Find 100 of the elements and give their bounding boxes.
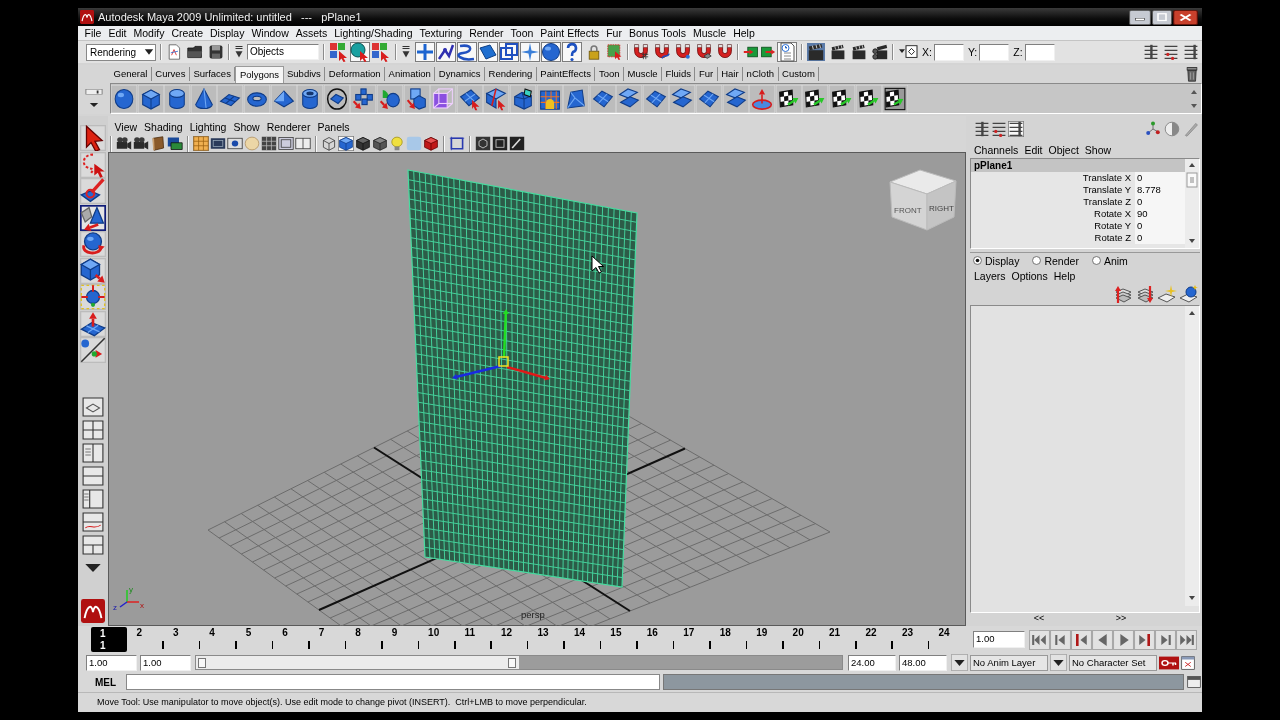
menu-item[interactable]: Help <box>1050 269 1079 282</box>
step-back-icon[interactable] <box>1050 629 1071 650</box>
mesh-plane-icon[interactable] <box>589 84 616 113</box>
anim-layer-field[interactable]: No Anim Layer <box>970 654 1048 671</box>
start-time-field[interactable]: 1.00 <box>86 654 137 671</box>
move-manipulator[interactable] <box>452 309 550 381</box>
sphere-handles-icon[interactable] <box>80 284 106 310</box>
command-input[interactable] <box>126 674 660 690</box>
menu-item[interactable]: Modify <box>130 26 168 40</box>
caret-icon[interactable] <box>1050 654 1067 671</box>
wire-cube-icon[interactable] <box>430 84 457 113</box>
shelf-tab[interactable]: General <box>110 67 152 81</box>
checker-arrow-icon[interactable] <box>829 84 856 113</box>
shelf-tab[interactable]: Deformation <box>325 67 386 81</box>
arch-icon[interactable] <box>536 84 563 113</box>
menu-item[interactable]: Texturing <box>416 26 466 40</box>
shelf-tab[interactable]: Fur <box>695 67 718 81</box>
expand-collapse-icon[interactable] <box>234 45 244 59</box>
overlapping-squares-icon[interactable] <box>499 42 519 62</box>
menu-item[interactable]: Shading <box>140 121 187 133</box>
overlapping-rectangles-icon[interactable] <box>167 136 183 151</box>
shapes-arrow-icon[interactable] <box>80 204 106 231</box>
checker-arrow-icon[interactable] <box>775 84 802 113</box>
close-icon[interactable] <box>1173 9 1198 25</box>
sliders-icon[interactable] <box>991 121 1007 137</box>
axes-icon[interactable] <box>1145 121 1161 137</box>
end-time-field[interactable]: 48.00 <box>899 654 947 671</box>
clapperboard-icon[interactable] <box>830 44 846 60</box>
menu-item[interactable]: Options <box>1008 269 1051 282</box>
menu-item[interactable]: View <box>111 121 141 133</box>
stacked-pane-icon[interactable] <box>82 466 104 486</box>
menu-item[interactable]: Edit <box>1021 144 1046 156</box>
frame-icon[interactable] <box>449 136 465 151</box>
coordinate-field[interactable] <box>933 43 964 61</box>
box-face-icon[interactable] <box>509 84 536 113</box>
shelf-tab[interactable]: Dynamics <box>435 67 485 81</box>
shelf-tab[interactable]: PaintEffects <box>536 67 596 81</box>
four-pane-icon[interactable] <box>82 420 104 440</box>
scroll-arrow[interactable]: << <box>1033 613 1045 626</box>
selection-mode-field[interactable]: Objects <box>247 44 319 60</box>
layer-sphere-icon[interactable] <box>1179 284 1199 304</box>
menu-item[interactable]: Help <box>729 26 759 40</box>
menu-item[interactable]: Render <box>465 26 508 40</box>
shelf-tab[interactable]: nCloth <box>743 67 779 81</box>
shelf-tab[interactable]: Custom <box>778 67 820 81</box>
minimize-icon[interactable] <box>1129 9 1151 25</box>
playback-end-field[interactable]: 24.00 <box>848 654 896 671</box>
menu-item[interactable]: Fur <box>602 26 626 40</box>
plane-mesh[interactable] <box>407 169 638 588</box>
shelf-tab[interactable]: Hair <box>717 67 744 81</box>
frame-icon[interactable] <box>210 136 226 151</box>
scroll-bar[interactable] <box>1185 159 1199 248</box>
menu-item[interactable]: Show <box>1081 144 1115 156</box>
camera-icon[interactable] <box>133 136 149 151</box>
channel-value[interactable]: 0 <box>1135 220 1185 232</box>
channel-value[interactable]: 0 <box>1135 232 1185 244</box>
menu-item[interactable]: Lighting/Shading <box>330 26 416 40</box>
shelf-tab[interactable]: Muscle <box>624 67 663 81</box>
radio-button[interactable] <box>1032 256 1042 265</box>
lock-icon[interactable] <box>586 44 602 60</box>
arrow-into-box-icon[interactable] <box>743 44 759 60</box>
logo-icon[interactable] <box>80 10 94 24</box>
slider-handle[interactable] <box>198 658 206 668</box>
document-clock-icon[interactable] <box>777 42 797 62</box>
frame-icon[interactable] <box>278 136 294 151</box>
shelf-tab[interactable]: Subdivs <box>283 67 326 81</box>
menu-set-dropdown[interactable]: Rendering <box>86 43 156 61</box>
mesh-cursor-icon[interactable] <box>456 84 483 113</box>
question-mark-icon[interactable] <box>562 42 582 62</box>
trash-icon[interactable] <box>1185 66 1199 82</box>
view-cube[interactable] <box>889 169 957 231</box>
menu-item[interactable]: Renderer <box>263 121 314 133</box>
curve-icon[interactable] <box>457 42 477 62</box>
arrow-out-box-icon[interactable] <box>760 44 776 60</box>
cube-icon[interactable] <box>372 136 388 151</box>
cube-icon[interactable] <box>355 136 371 151</box>
current-frame-marker[interactable]: 1 1 <box>91 627 128 652</box>
frame-icon[interactable] <box>492 136 508 151</box>
menu-item[interactable]: Assets <box>292 26 331 40</box>
key-back-icon[interactable] <box>1071 629 1092 650</box>
diagonal-handle-icon[interactable] <box>80 337 106 363</box>
sphere-icon[interactable] <box>541 42 561 62</box>
single-pane-icon[interactable] <box>82 397 104 417</box>
cone-icon[interactable] <box>190 84 217 113</box>
channel-value[interactable]: 8.778 <box>1135 184 1185 196</box>
window-icon[interactable] <box>1187 675 1201 689</box>
squares-cursor-icon[interactable] <box>329 42 349 62</box>
radio-button[interactable] <box>973 256 982 265</box>
camera-icon[interactable] <box>116 136 132 151</box>
zigzag-icon[interactable] <box>436 42 456 62</box>
squares-arrow-icon[interactable] <box>350 84 377 113</box>
disc-arrow-icon[interactable] <box>749 84 776 113</box>
list-pane-icon[interactable] <box>82 489 104 509</box>
split-frame-icon[interactable] <box>295 136 311 151</box>
hexagon-icon[interactable] <box>475 136 491 151</box>
mesh-plane-icon[interactable] <box>642 84 669 113</box>
expand-collapse-icon[interactable] <box>401 45 411 59</box>
step-forward-icon[interactable] <box>1155 629 1176 650</box>
magnet-point-icon[interactable] <box>675 44 691 60</box>
target-dropdown-icon[interactable] <box>898 43 918 61</box>
